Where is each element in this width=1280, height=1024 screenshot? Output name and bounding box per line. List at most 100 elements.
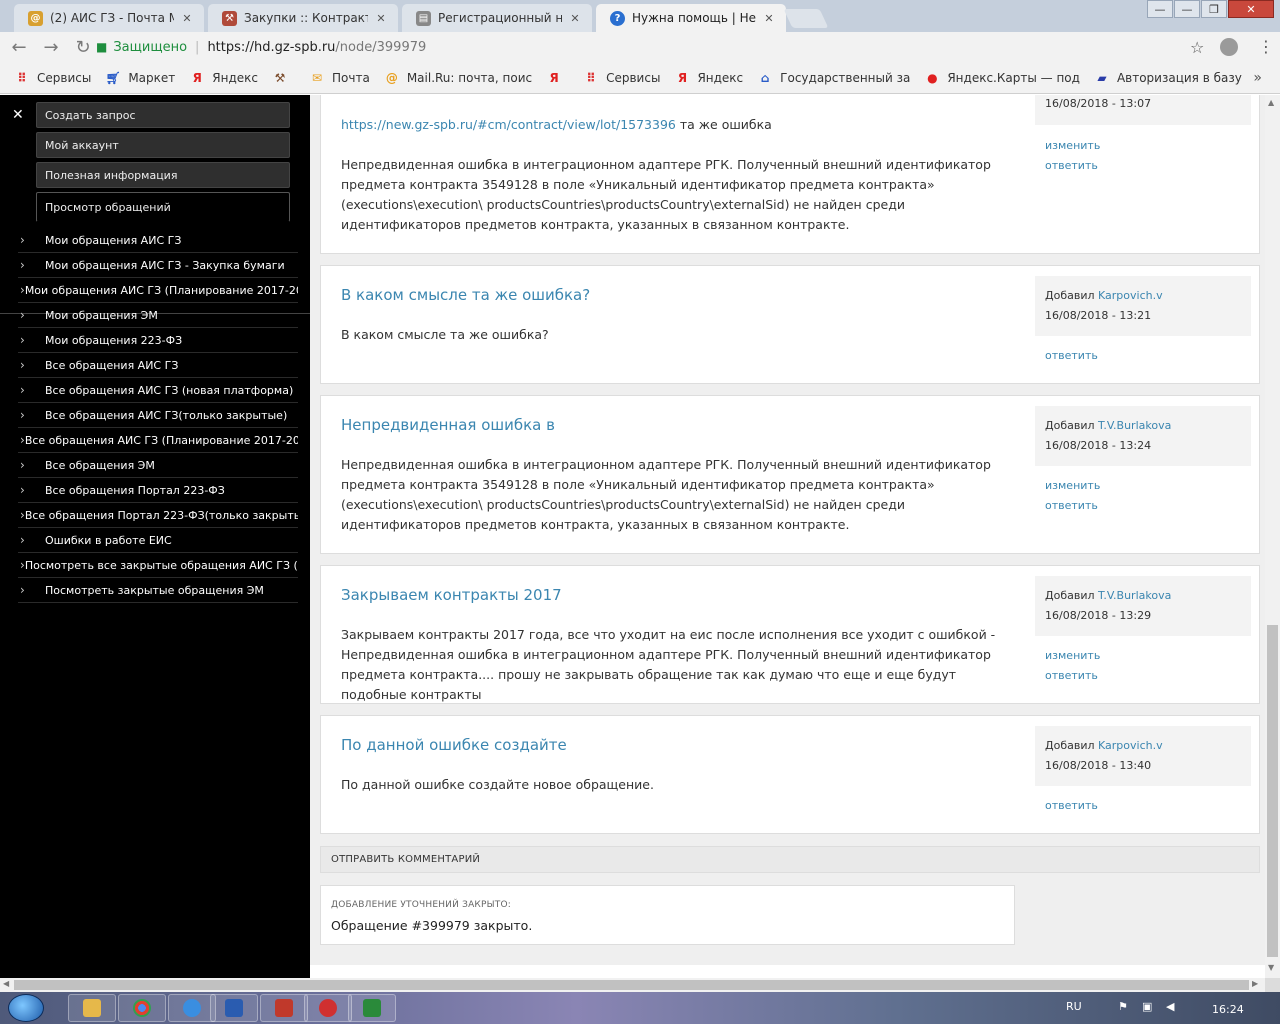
- start-button[interactable]: [8, 994, 44, 1022]
- taskbar-app-2[interactable]: [304, 994, 352, 1022]
- scroll-right-icon[interactable]: ▶: [1252, 979, 1258, 988]
- chevron-double-right-icon[interactable]: »: [1253, 70, 1262, 86]
- sidebar-item[interactable]: › Все обращения АИС ГЗ (Планирование 2017…: [18, 428, 298, 453]
- volume-icon[interactable]: ◀: [1166, 1000, 1174, 1013]
- useful-info-button[interactable]: Полезная информация: [36, 162, 290, 188]
- taskbar-ie[interactable]: [168, 994, 216, 1022]
- bookmark-mailru[interactable]: @ Mail.Ru: почта, поис: [384, 70, 532, 86]
- taskbar-excel[interactable]: [348, 994, 396, 1022]
- comment-title[interactable]: Закрываем контракты 2017: [341, 586, 562, 604]
- minimize-button[interactable]: —: [1147, 0, 1173, 18]
- reply-link[interactable]: ответить: [1045, 496, 1100, 516]
- bookmark-star-icon[interactable]: ☆: [1190, 38, 1204, 57]
- scroll-left-icon[interactable]: ◀: [3, 979, 9, 988]
- close-icon[interactable]: ✕: [762, 12, 776, 25]
- create-request-button[interactable]: Создать запрос: [36, 102, 290, 128]
- sidebar-item[interactable]: › Все обращения Портал 223-ФЗ: [18, 478, 298, 503]
- author-link[interactable]: Karpovich.v: [1098, 739, 1163, 752]
- bookmark-label: Почта: [332, 70, 370, 85]
- bookmark-gov[interactable]: ⌂ Государственный за: [757, 70, 910, 86]
- contract-link[interactable]: https://new.gz-spb.ru/#cm/contract/view/…: [341, 117, 676, 132]
- bookmark-label: Яндекс.Карты — под: [947, 70, 1080, 85]
- tab-zakupki[interactable]: ⚒ Закупки :: Контракты на ✕: [208, 4, 398, 32]
- flag-icon[interactable]: ⚑: [1118, 1000, 1128, 1013]
- menu-icon[interactable]: ⋮: [1258, 37, 1274, 56]
- reply-link[interactable]: ответить: [1045, 666, 1100, 686]
- reply-link[interactable]: ответить: [1045, 156, 1100, 176]
- sidebar-item[interactable]: › Мои обращения АИС ГЗ - Закупка бумаги: [18, 253, 298, 278]
- bookmark-market[interactable]: 🛒︎ Маркет: [105, 70, 176, 86]
- language-indicator[interactable]: RU: [1066, 1000, 1082, 1013]
- sidebar-item[interactable]: › Мои обращения 223-ФЗ: [18, 328, 298, 353]
- bookmark-services-2[interactable]: ⠿ Сервисы: [583, 70, 660, 86]
- taskbar-word[interactable]: [210, 994, 258, 1022]
- address-bar[interactable]: ■ Защищено | https://hd.gz-spb.ru /node/…: [96, 36, 1216, 58]
- close-icon[interactable]: ✕: [568, 12, 582, 25]
- scroll-down-icon[interactable]: ▼: [1268, 963, 1274, 972]
- author-link[interactable]: T.V.Burlakova: [1098, 589, 1171, 602]
- closed-notice: ДОБАВЛЕНИЕ УТОЧНЕНИЙ ЗАКРЫТО: Обращение …: [320, 885, 1015, 945]
- tab-mail[interactable]: @ (2) АИС ГЗ - Почта Mail.R ✕: [14, 4, 204, 32]
- sidebar-item[interactable]: › Все обращения АИС ГЗ(только закрытые): [18, 403, 298, 428]
- bookmark-yandex[interactable]: Я Яндекс: [189, 70, 258, 86]
- bookmark-zakupki[interactable]: ⚒: [272, 70, 295, 86]
- sidebar-item[interactable]: › Ошибки в работе ЕИС: [18, 528, 298, 553]
- bookmark-auth[interactable]: ▰ Авторизация в базу: [1094, 70, 1242, 86]
- sidebar-item[interactable]: › Мои обращения АИС ГЗ (Планирование 2017…: [18, 278, 298, 303]
- maximize-button[interactable]: —: [1174, 0, 1200, 18]
- vertical-scrollbar[interactable]: ▲ ▼: [1265, 95, 1280, 978]
- bookmark-yandex-2[interactable]: Я Яндекс: [674, 70, 743, 86]
- clock[interactable]: 16:24: [1212, 1003, 1244, 1016]
- new-tab-button[interactable]: [783, 9, 829, 28]
- horizontal-scrollbar[interactable]: ◀ ▶: [0, 978, 1265, 992]
- sidebar-item[interactable]: › Все обращения ЭМ: [18, 453, 298, 478]
- taskbar-chrome[interactable]: [118, 994, 166, 1022]
- author-link[interactable]: T.V.Burlakova: [1098, 419, 1171, 432]
- forward-button[interactable]: →: [38, 34, 64, 60]
- sidebar-item[interactable]: › Все обращения Портал 223-ФЗ(только закр…: [18, 503, 298, 528]
- window-close-button[interactable]: ✕: [1228, 0, 1274, 18]
- sidebar-item[interactable]: › Все обращения АИС ГЗ (новая платформа): [18, 378, 298, 403]
- send-comment-bar[interactable]: ОТПРАВИТЬ КОММЕНТАРИЙ: [320, 846, 1260, 873]
- reload-icon: ↻: [75, 36, 91, 58]
- reply-link[interactable]: ответить: [1045, 796, 1098, 816]
- comment-title[interactable]: Непредвиденная ошибка в: [341, 416, 555, 434]
- close-icon[interactable]: ✕: [180, 12, 194, 25]
- bookmark-pochta[interactable]: ✉ Почта: [309, 70, 370, 86]
- back-button[interactable]: ←: [6, 34, 32, 60]
- taskbar-app[interactable]: [260, 994, 308, 1022]
- map-pin-icon: ●: [927, 70, 938, 85]
- sidebar-item[interactable]: › Все обращения АИС ГЗ: [18, 353, 298, 378]
- bookmark-services[interactable]: ⠿ Сервисы: [14, 70, 91, 86]
- scroll-thumb[interactable]: [14, 980, 1249, 990]
- tab-regnumber[interactable]: ▤ Регистрационный номер ✕: [402, 4, 592, 32]
- bookmark-yandex-maps[interactable]: ● Яндекс.Карты — под: [924, 70, 1080, 86]
- comment-card: https://new.gz-spb.ru/#cm/contract/view/…: [320, 95, 1260, 254]
- bookmark-yandex-browser[interactable]: Я: [546, 70, 569, 86]
- author-link[interactable]: Karpovich.v: [1098, 289, 1163, 302]
- edit-link[interactable]: изменить: [1045, 476, 1100, 496]
- scroll-up-icon[interactable]: ▲: [1268, 98, 1274, 107]
- tab-helpdesk[interactable]: ? Нужна помощь | HelpDe ✕: [596, 4, 786, 32]
- link-suffix: та же ошибка: [675, 117, 772, 132]
- taskbar-explorer[interactable]: [68, 994, 116, 1022]
- view-requests-button[interactable]: Просмотр обращений: [36, 192, 290, 222]
- my-account-button[interactable]: Мой аккаунт: [36, 132, 290, 158]
- scroll-thumb[interactable]: [1267, 625, 1278, 957]
- edit-link[interactable]: изменить: [1045, 136, 1100, 156]
- network-icon[interactable]: ▣: [1142, 1000, 1152, 1013]
- close-icon[interactable]: ✕: [374, 12, 388, 25]
- close-icon[interactable]: ✕: [12, 107, 24, 123]
- edit-link[interactable]: изменить: [1045, 646, 1100, 666]
- arrow-right-icon: →: [43, 36, 59, 58]
- extension-icon[interactable]: [1220, 38, 1238, 56]
- sidebar-item[interactable]: › Посмотреть все закрытые обращения АИС Г…: [18, 553, 298, 578]
- restore-button[interactable]: ❐: [1201, 0, 1227, 18]
- reply-link[interactable]: ответить: [1045, 346, 1098, 366]
- sidebar-item[interactable]: › Мои обращения ЭМ: [18, 303, 298, 328]
- comment-title[interactable]: В каком смысле та же ошибка?: [341, 286, 590, 304]
- sidebar-item[interactable]: › Мои обращения АИС ГЗ: [18, 228, 298, 253]
- comment-title[interactable]: По данной ошибке создайте: [341, 736, 567, 754]
- sidebar-item[interactable]: › Посмотреть закрытые обращения ЭМ: [18, 578, 298, 603]
- reload-button[interactable]: ↻: [70, 34, 96, 60]
